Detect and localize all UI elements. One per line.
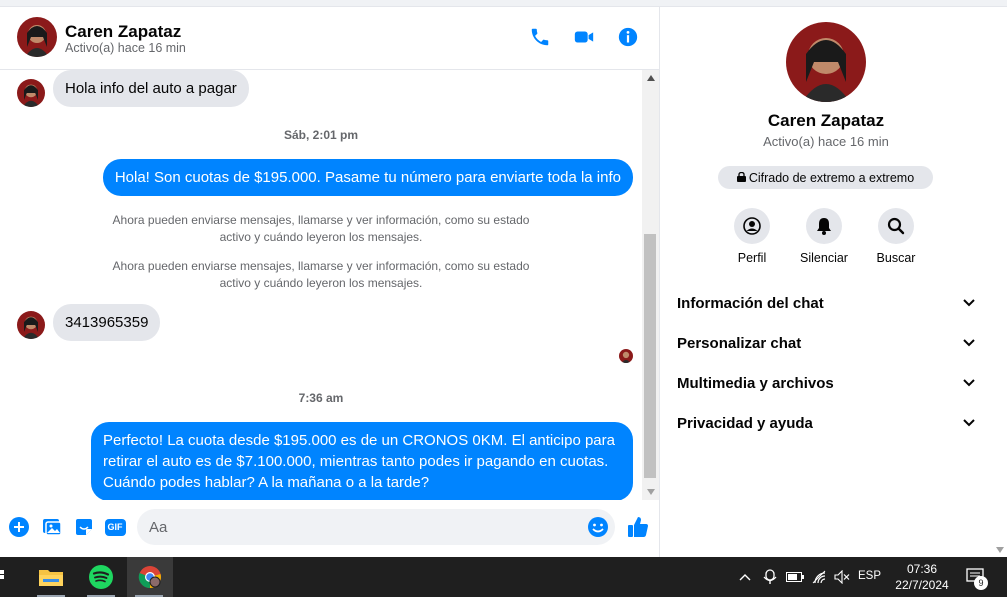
section-media-files[interactable]: Multimedia y archivos xyxy=(677,371,975,395)
muted-speaker-icon[interactable] xyxy=(832,557,852,597)
chevron-down-icon xyxy=(963,334,975,352)
scrollbar-thumb[interactable] xyxy=(644,234,656,478)
encryption-badge[interactable]: Cifrado de extremo a extremo xyxy=(718,166,933,189)
sticker-icon[interactable] xyxy=(73,516,95,538)
plus-circle-icon[interactable] xyxy=(8,516,30,538)
panel-scroll-down-arrow-icon[interactable] xyxy=(995,545,1005,555)
section-customize-chat[interactable]: Personalizar chat xyxy=(677,331,975,355)
phone-icon[interactable] xyxy=(528,25,552,49)
notifications-icon[interactable]: 9 xyxy=(962,557,990,597)
outgoing-message[interactable]: Hola! Son cuotas de $195.000. Pasame tu … xyxy=(102,159,633,196)
profile-action[interactable]: Perfil xyxy=(717,208,787,265)
clock[interactable]: 07:36 22/7/2024 xyxy=(888,561,956,593)
outgoing-message[interactable]: Perfecto! La cuota desde $195.000 es de … xyxy=(91,422,633,500)
screen: Caren Zapataz Activo(a) hace 16 min Hola… xyxy=(0,0,1007,597)
message-input[interactable] xyxy=(149,509,579,545)
mute-action-label: Silenciar xyxy=(800,251,848,265)
section-privacy-help[interactable]: Privacidad y ayuda xyxy=(677,411,975,435)
message-line: Cuándo podes hablar? A la mañana o a la … xyxy=(103,474,430,491)
panel-contact-status: Activo(a) hace 16 min xyxy=(763,134,889,149)
info-icon[interactable] xyxy=(616,25,640,49)
clock-time: 07:36 xyxy=(906,562,938,576)
message-line: retirar el auto es de $7.100.000, mientr… xyxy=(103,453,609,470)
scroll-down-arrow-icon[interactable] xyxy=(642,486,659,498)
meet-now-icon[interactable] xyxy=(760,557,780,597)
emoji-icon[interactable] xyxy=(587,516,609,538)
system-message-line: activo y cuándo leyeron los mensajes. xyxy=(219,230,423,244)
timestamp: Sáb, 2:01 pm xyxy=(283,128,359,142)
section-label: Multimedia y archivos xyxy=(677,374,834,392)
show-hidden-icons-chevron-icon[interactable] xyxy=(736,557,754,597)
search-action[interactable]: Buscar xyxy=(861,208,931,265)
profile-action-label: Perfil xyxy=(737,251,767,265)
lock-icon xyxy=(736,171,746,185)
timestamp: 7:36 am xyxy=(298,391,344,405)
message-line: Perfecto! La cuota desde $195.000 es de … xyxy=(103,432,615,449)
spotify-icon[interactable] xyxy=(79,557,123,597)
gif-icon[interactable]: GIF xyxy=(104,516,126,538)
chrome-icon[interactable] xyxy=(127,557,173,597)
input-language[interactable]: ESP xyxy=(858,570,881,582)
gif-label: GIF xyxy=(104,518,126,536)
clock-date: 22/7/2024 xyxy=(895,578,949,592)
windows-taskbar: ESP 07:36 22/7/2024 9 xyxy=(0,557,1007,597)
message-composer: GIF xyxy=(0,500,659,557)
message-list: Hola info del auto a pagar Sáb, 2:01 pm … xyxy=(0,70,642,500)
contact-avatar[interactable] xyxy=(17,17,57,57)
sender-avatar xyxy=(17,311,45,339)
chat-pane: Caren Zapataz Activo(a) hace 16 min Hola… xyxy=(0,7,660,557)
bell-icon xyxy=(806,208,842,244)
encryption-label: Cifrado de extremo a extremo xyxy=(748,170,915,185)
section-label: Información del chat xyxy=(677,294,824,312)
chevron-down-icon xyxy=(963,294,975,312)
photo-icon[interactable] xyxy=(41,516,63,538)
thumbs-up-icon[interactable] xyxy=(626,515,650,539)
mute-action[interactable]: Silenciar xyxy=(789,208,859,265)
search-icon xyxy=(878,208,914,244)
section-label: Privacidad y ayuda xyxy=(677,414,813,432)
system-message: Ahora pueden enviarse mensajes, llamarse… xyxy=(0,258,642,292)
notification-count-badge: 9 xyxy=(974,576,988,590)
message-input-container xyxy=(137,509,615,545)
chevron-down-icon xyxy=(963,374,975,392)
incoming-message[interactable]: Hola info del auto a pagar xyxy=(53,70,249,107)
contact-name[interactable]: Caren Zapataz xyxy=(65,22,181,42)
message-scrollbar[interactable] xyxy=(642,70,659,500)
wifi-icon[interactable] xyxy=(810,557,830,597)
scroll-up-arrow-icon[interactable] xyxy=(642,72,659,84)
section-label: Personalizar chat xyxy=(677,334,802,352)
search-action-label: Buscar xyxy=(876,251,916,265)
profile-icon xyxy=(734,208,770,244)
system-message-line: Ahora pueden enviarse mensajes, llamarse… xyxy=(112,213,530,227)
contact-status: Activo(a) hace 16 min xyxy=(65,41,186,55)
system-message-line: Ahora pueden enviarse mensajes, llamarse… xyxy=(112,259,530,273)
incoming-message[interactable]: 3413965359 xyxy=(53,304,161,341)
seen-avatar xyxy=(619,349,633,363)
video-camera-icon[interactable] xyxy=(572,25,596,49)
sender-avatar xyxy=(17,79,45,107)
battery-icon[interactable] xyxy=(784,557,806,597)
task-view-icon[interactable] xyxy=(0,557,14,597)
chevron-down-icon xyxy=(963,414,975,432)
panel-avatar[interactable] xyxy=(786,22,866,102)
system-message-line: activo y cuándo leyeron los mensajes. xyxy=(219,276,423,290)
system-message: Ahora pueden enviarse mensajes, llamarse… xyxy=(0,212,642,246)
browser-top-strip xyxy=(0,0,1007,7)
chat-header: Caren Zapataz Activo(a) hace 16 min xyxy=(0,7,659,70)
file-explorer-icon[interactable] xyxy=(29,557,73,597)
conversation-info-panel: Caren Zapataz Activo(a) hace 16 min Cifr… xyxy=(661,7,1007,557)
panel-contact-name: Caren Zapataz xyxy=(767,111,885,130)
section-chat-info[interactable]: Información del chat xyxy=(677,291,975,315)
